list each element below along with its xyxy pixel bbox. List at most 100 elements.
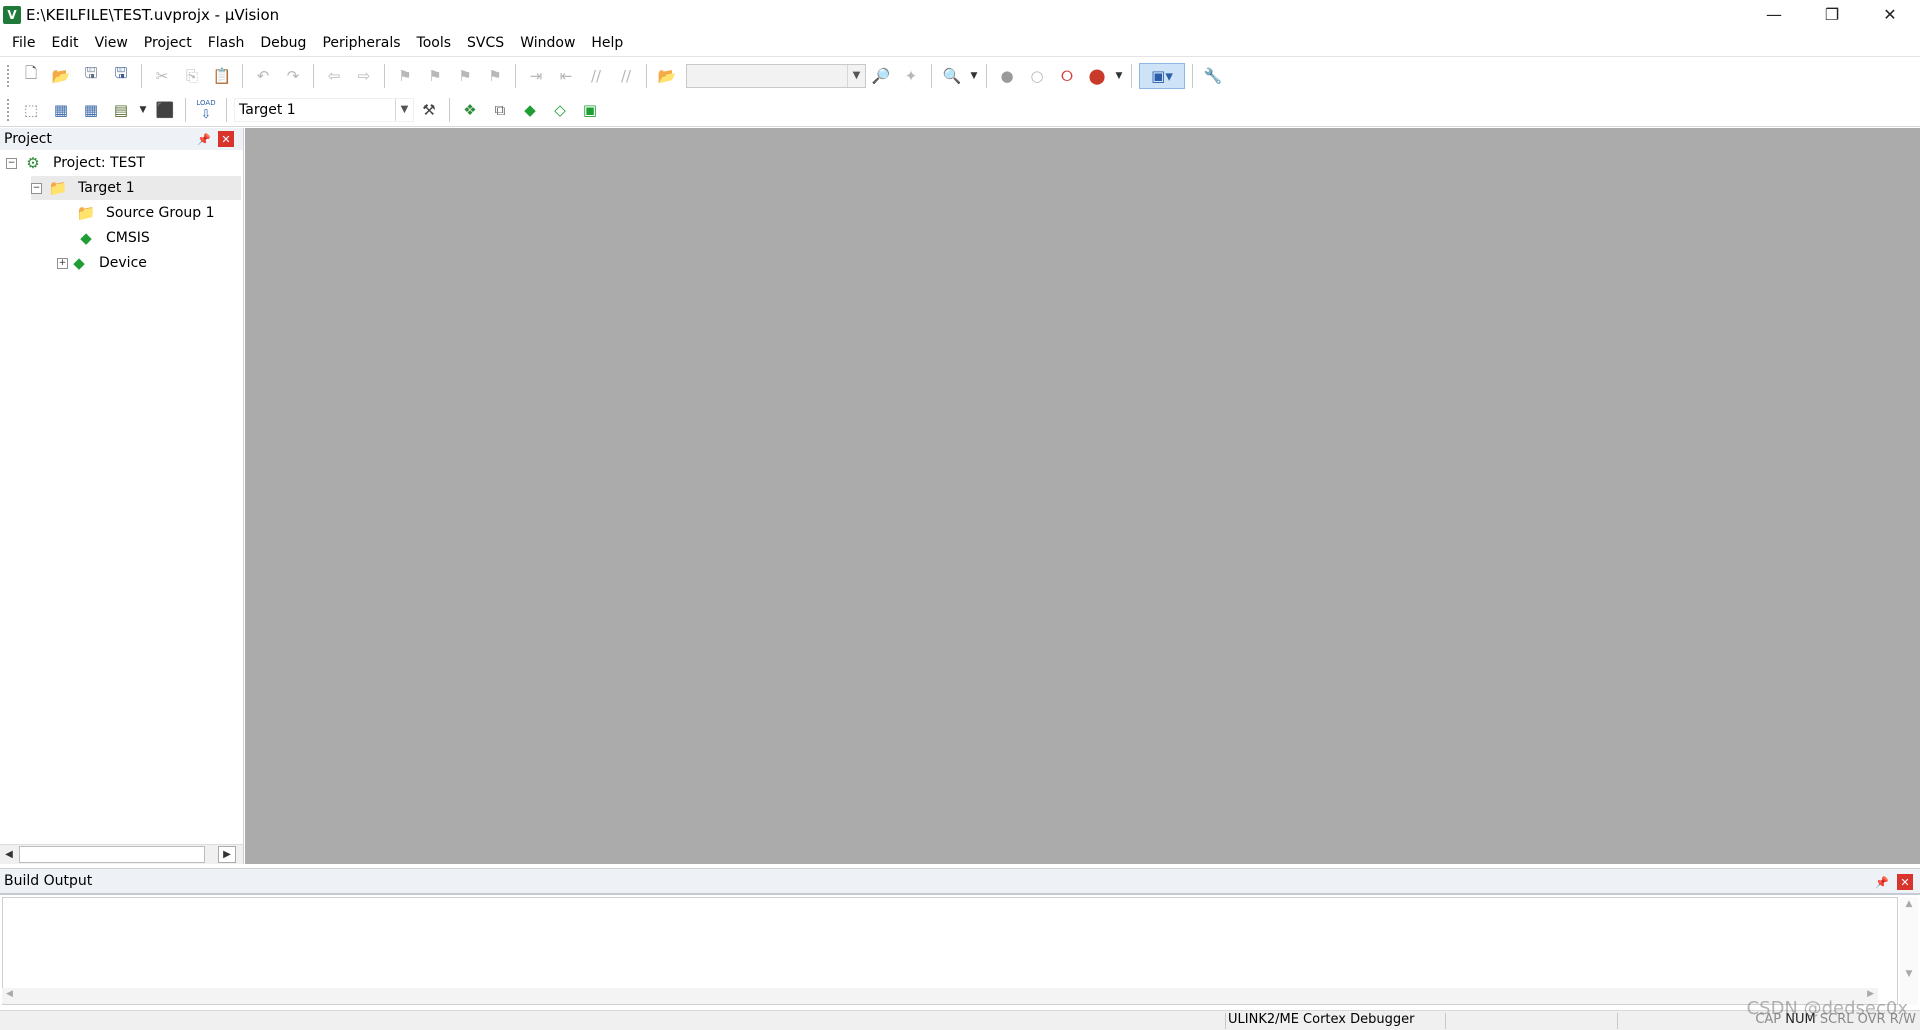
menu-file[interactable]: File bbox=[4, 30, 43, 56]
build-toolbar: ⬚ ▦ ▦ ▤ ▼ ⬛ LOAD ⇩ Target 1 ▼ ⚒ ❖ ⧉ ◆ ◇ … bbox=[0, 93, 1920, 127]
paste-icon[interactable]: 📋 bbox=[209, 63, 235, 89]
select-packs-icon[interactable]: ⧉ bbox=[487, 97, 513, 123]
pin-icon[interactable]: 📌 bbox=[196, 131, 212, 147]
save-icon[interactable]: 🖫 bbox=[78, 63, 104, 89]
menu-svcs[interactable]: SVCS bbox=[459, 30, 512, 56]
breakpoint-insert-icon[interactable]: ● bbox=[994, 63, 1020, 89]
undo-icon[interactable]: ↶ bbox=[250, 63, 276, 89]
minimize-button[interactable]: — bbox=[1745, 0, 1803, 29]
bookmark-previous-icon[interactable]: ⚑ bbox=[422, 63, 448, 89]
software-packs-icon[interactable]: ▣ bbox=[577, 97, 603, 123]
scroll-up-icon[interactable]: ▲ bbox=[1900, 899, 1918, 909]
menu-window[interactable]: Window bbox=[512, 30, 583, 56]
debug-session-icon[interactable]: 🔍 bbox=[939, 63, 965, 89]
toolbar-grip[interactable] bbox=[6, 63, 10, 88]
folder-icon: 📁 bbox=[76, 204, 96, 222]
tree-node-source-group[interactable]: 📁 Source Group 1 bbox=[70, 201, 219, 225]
bookmark-next-icon[interactable]: ⚑ bbox=[452, 63, 478, 89]
indent-icon[interactable]: ⇥ bbox=[523, 63, 549, 89]
tree-node-target[interactable]: − 📁 Target 1 bbox=[31, 176, 241, 200]
menu-flash[interactable]: Flash bbox=[200, 30, 253, 56]
chevron-down-icon[interactable]: ▼ bbox=[847, 64, 865, 87]
chevron-down-icon[interactable]: ▼ bbox=[395, 98, 413, 121]
build-output-panel: Build Output 📌 ✕ ▲ ▼ ◀ ▶ bbox=[0, 868, 1920, 1010]
scroll-left-icon[interactable]: ◀ bbox=[0, 846, 18, 863]
menu-tools[interactable]: Tools bbox=[409, 30, 460, 56]
status-separator bbox=[1225, 1013, 1226, 1029]
copy-icon[interactable]: ⎘ bbox=[179, 63, 205, 89]
scroll-right-icon[interactable]: ▶ bbox=[218, 846, 236, 863]
uncomment-icon[interactable]: // bbox=[613, 63, 639, 89]
tree-node-device[interactable]: + ◆ Device bbox=[57, 251, 151, 275]
menu-peripherals[interactable]: Peripherals bbox=[314, 30, 408, 56]
find-icon[interactable]: 🔎 bbox=[868, 63, 894, 89]
build-output-horizontal-scrollbar[interactable]: ◀ ▶ bbox=[2, 988, 1878, 1004]
stop-build-icon[interactable]: ⬛ bbox=[152, 97, 178, 123]
unindent-icon[interactable]: ⇤ bbox=[553, 63, 579, 89]
project-icon: ⚙ bbox=[26, 154, 40, 172]
tree-label-device: Device bbox=[99, 255, 147, 271]
chevron-down-icon[interactable]: ▼ bbox=[1114, 63, 1124, 89]
project-horizontal-scrollbar[interactable]: ◀ ▶ bbox=[0, 844, 243, 864]
build-output-title: Build Output bbox=[4, 873, 93, 889]
build-icon[interactable]: ▦ bbox=[48, 97, 74, 123]
options-for-target-icon[interactable]: ⚒ bbox=[416, 97, 442, 123]
navigate-back-icon[interactable]: ⇦ bbox=[321, 63, 347, 89]
collapse-icon[interactable]: − bbox=[31, 182, 42, 194]
manage-project-items-icon[interactable]: ❖ bbox=[457, 97, 483, 123]
open-file-icon[interactable]: 📂 bbox=[48, 63, 74, 89]
menu-edit[interactable]: Edit bbox=[43, 30, 86, 56]
menu-view[interactable]: View bbox=[87, 30, 136, 56]
find-combo[interactable]: ▼ bbox=[686, 63, 866, 88]
breakpoint-enable-icon[interactable]: ○ bbox=[1024, 63, 1050, 89]
menu-help[interactable]: Help bbox=[583, 30, 631, 56]
navigate-forward-icon[interactable]: ⇨ bbox=[351, 63, 377, 89]
comment-icon[interactable]: // bbox=[583, 63, 609, 89]
restore-button[interactable]: ❐ bbox=[1803, 0, 1861, 29]
pack-installer-icon[interactable]: ◇ bbox=[547, 97, 573, 123]
collapse-icon[interactable]: − bbox=[6, 157, 17, 169]
chevron-down-icon[interactable]: ▼ bbox=[138, 97, 148, 123]
editor-area[interactable] bbox=[245, 128, 1920, 864]
bookmark-clear-icon[interactable]: ⚑ bbox=[482, 63, 508, 89]
save-all-icon[interactable]: 🖫 bbox=[108, 63, 134, 89]
pin-icon[interactable]: 📌 bbox=[1874, 874, 1890, 890]
window-layout-icon[interactable]: ▣▾ bbox=[1139, 62, 1185, 89]
redo-icon[interactable]: ↷ bbox=[280, 63, 306, 89]
build-output-close-button[interactable]: ✕ bbox=[1897, 874, 1913, 890]
load-download-icon[interactable]: LOAD ⇩ bbox=[193, 97, 219, 123]
scroll-down-icon[interactable]: ▼ bbox=[1900, 969, 1918, 979]
chevron-down-icon[interactable]: ▼ bbox=[969, 63, 979, 89]
scroll-left-icon[interactable]: ◀ bbox=[6, 989, 13, 999]
configure-wrench-icon[interactable]: 🔧 bbox=[1200, 63, 1226, 89]
cut-icon[interactable]: ✂ bbox=[149, 63, 175, 89]
menu-debug[interactable]: Debug bbox=[252, 30, 314, 56]
new-file-icon[interactable]: 🗋 bbox=[18, 63, 44, 89]
bookmark-toggle-icon[interactable]: ⚑ bbox=[392, 63, 418, 89]
expand-icon[interactable]: + bbox=[57, 257, 68, 269]
rebuild-icon[interactable]: ▦ bbox=[78, 97, 104, 123]
incremental-find-icon[interactable]: ✦ bbox=[898, 63, 924, 89]
target-select[interactable]: Target 1 ▼ bbox=[234, 97, 414, 122]
toolbar-separator bbox=[226, 97, 227, 122]
close-button[interactable]: ✕ bbox=[1861, 0, 1919, 29]
toolbar-separator bbox=[986, 63, 987, 88]
project-panel-close-button[interactable]: ✕ bbox=[218, 131, 234, 147]
scroll-thumb[interactable] bbox=[19, 846, 205, 863]
find-in-files-icon[interactable]: 📂 bbox=[654, 63, 680, 89]
toolbar-grip[interactable] bbox=[6, 97, 10, 122]
tree-node-cmsis[interactable]: ◆ CMSIS bbox=[70, 226, 154, 250]
menu-project[interactable]: Project bbox=[136, 30, 200, 56]
tree-node-project[interactable]: − ⚙ Project: TEST bbox=[6, 151, 149, 175]
manage-run-time-environment-icon[interactable]: ◆ bbox=[517, 97, 543, 123]
breakpoint-disable-all-icon[interactable]: ⭘ bbox=[1054, 63, 1080, 89]
toolbar-separator bbox=[646, 63, 647, 88]
batch-build-icon[interactable]: ▤ bbox=[108, 97, 134, 123]
breakpoint-kill-all-icon[interactable]: ⬤ bbox=[1084, 63, 1110, 89]
file-toolbar: 🗋 📂 🖫 🖫 ✂ ⎘ 📋 ↶ ↷ ⇦ ⇨ ⚑ ⚑ ⚑ ⚑ ⇥ ⇤ // // … bbox=[0, 58, 1920, 93]
menu-bar: File Edit View Project Flash Debug Perip… bbox=[0, 29, 1920, 57]
build-output-vertical-scrollbar[interactable]: ▲ ▼ bbox=[1900, 897, 1918, 1005]
toolbar-separator bbox=[242, 63, 243, 88]
translate-icon[interactable]: ⬚ bbox=[18, 97, 44, 123]
tree-label-source-group: Source Group 1 bbox=[106, 205, 215, 221]
